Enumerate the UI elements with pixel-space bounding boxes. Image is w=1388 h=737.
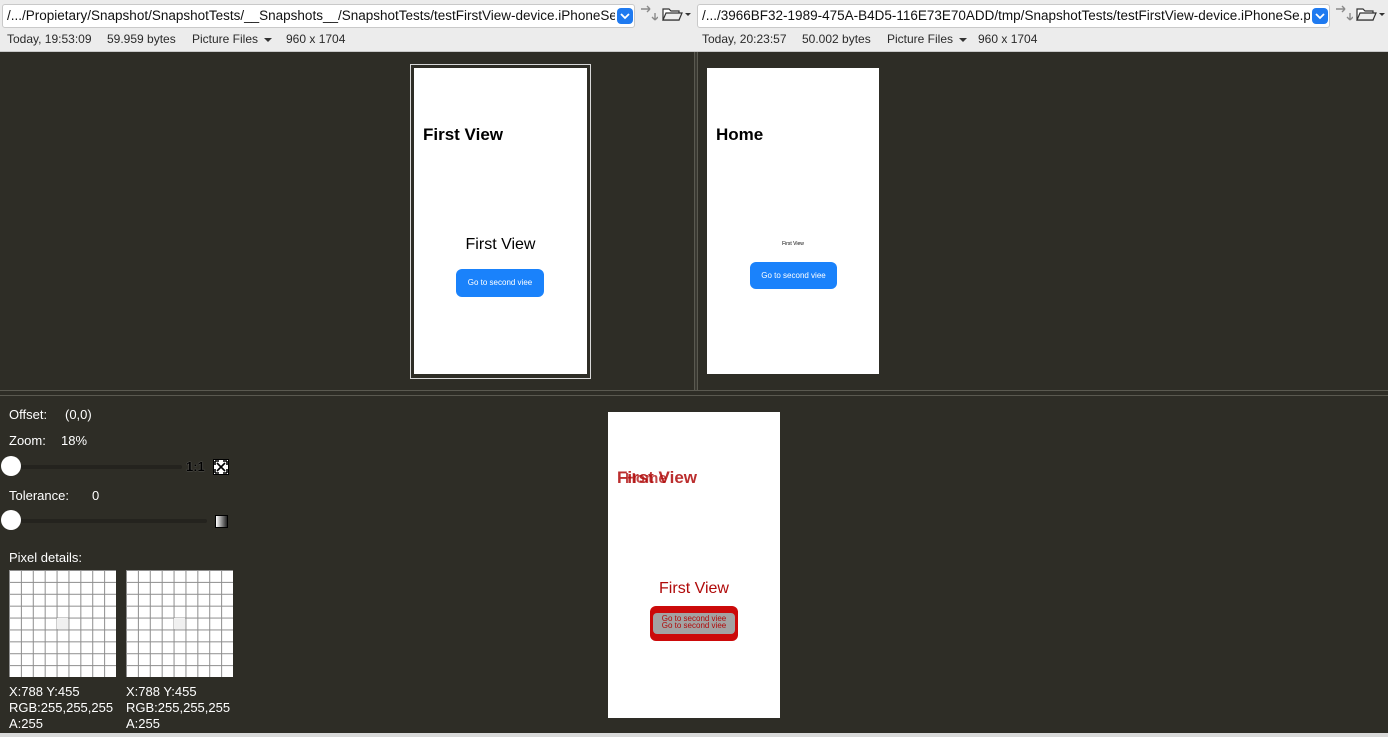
right-path-dropdown-icon[interactable] [1312,8,1328,24]
right-path-field[interactable]: /.../3966BF32-1989-475A-B4D5-116E73E70AD… [697,4,1330,28]
pane-divider-vertical[interactable] [694,52,698,390]
right-image-preview[interactable]: Home First View Go to second viee [707,68,879,374]
left-swap-icon[interactable] [638,5,659,23]
right-file-size: 50.002 bytes [802,32,871,46]
left-preview-button: Go to second viee [456,269,544,297]
tolerance-slider-knob[interactable] [1,510,21,530]
tolerance-slider-track [12,519,207,523]
left-image-preview[interactable]: First View First View Go to second viee [414,68,587,374]
left-path-field[interactable]: /.../Propietary/Snapshot/SnapshotTests/_… [2,4,635,28]
right-open-folder-icon[interactable] [1356,5,1386,23]
bottom-status-strip [0,733,1388,737]
right-pixel-coords: X:788 Y:455 [126,684,197,699]
diff-button-region: Go to second viee Go to second viee [650,606,738,641]
chevron-down-icon [264,37,273,42]
left-path-dropdown-icon[interactable] [617,8,633,24]
right-file-type-select[interactable]: Picture Files [887,32,968,46]
right-file-dimensions: 960 x 1704 [978,32,1038,46]
zoom-value: 18% [61,433,88,448]
right-preview-button: Go to second viee [750,262,837,289]
left-pixel-rgb: RGB:255,255,255 [9,700,114,715]
left-file-size: 59.959 bytes [107,32,176,46]
right-pixel-highlight [174,618,185,629]
left-path-text: /.../Propietary/Snapshot/SnapshotTests/_… [7,8,615,23]
right-swap-icon[interactable] [1333,5,1354,23]
diff-image-preview[interactable]: First View Home First View Go to second … [608,412,780,718]
left-pixel-highlight [57,618,68,629]
left-file-date: Today, 19:53:09 [7,32,92,46]
tolerance-slider[interactable] [0,510,210,532]
diff-button-label-b: Go to second viee [661,621,727,630]
zoom-label: Zoom: [9,433,46,448]
file-toolbar: /.../Propietary/Snapshot/SnapshotTests/_… [0,0,1388,52]
tolerance-label: Tolerance: [9,488,69,503]
zoom-slider-track [12,465,182,469]
zoom-slider-knob[interactable] [1,456,21,476]
right-center-label: First View [782,241,804,247]
left-nav-title: First View [423,125,503,144]
left-file-type-select[interactable]: Picture Files [192,32,273,46]
pixel-details-label: Pixel details: [9,550,82,565]
zoom-slider[interactable] [0,456,210,478]
diff-center-label: First View [659,580,729,597]
right-pixel-alpha: A:255 [126,716,160,731]
one-to-one-button[interactable]: 1:1 [186,459,205,474]
chevron-down-icon [959,37,968,42]
right-path-text: /.../3966BF32-1989-475A-B4D5-116E73E70AD… [702,8,1310,23]
offset-label: Offset: [9,407,48,422]
right-pixel-rgb: RGB:255,255,255 [126,700,231,715]
left-pixel-alpha: A:255 [9,716,43,731]
diff-nav-title-b: Home [625,470,667,487]
left-file-type-label: Picture Files [192,32,259,46]
left-open-folder-icon[interactable] [662,5,692,23]
left-file-dimensions: 960 x 1704 [286,32,346,46]
right-nav-title: Home [716,125,764,144]
right-file-type-label: Picture Files [887,32,954,46]
right-file-date: Today, 20:23:57 [702,32,787,46]
pane-divider-horizontal[interactable] [0,390,1388,396]
tolerance-gradient-icon [215,515,228,528]
left-center-label: First View [465,236,536,253]
fit-to-window-icon[interactable] [213,459,229,475]
offset-value: (0,0) [65,407,92,422]
tolerance-value: 0 [92,488,100,503]
left-pixel-coords: X:788 Y:455 [9,684,80,699]
